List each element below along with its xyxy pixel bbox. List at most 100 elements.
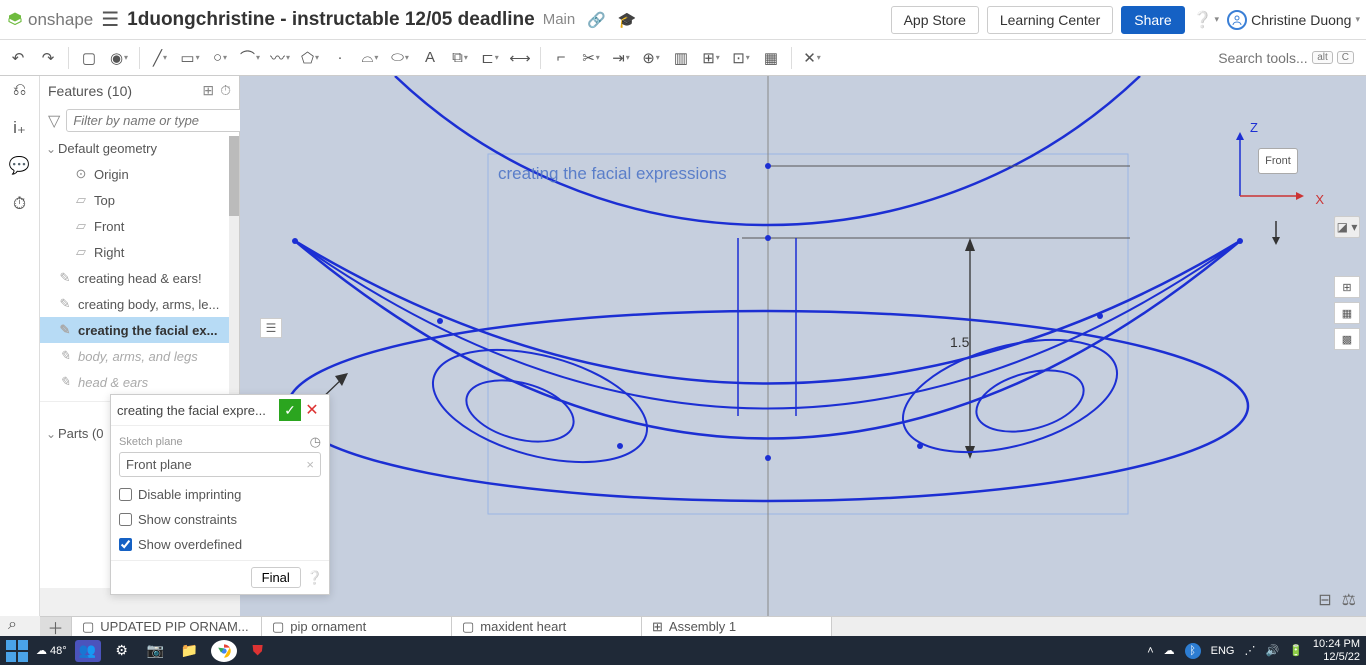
arc-tool-icon[interactable]: ⌒ <box>236 44 264 72</box>
trim-tool-icon[interactable]: ✂ <box>577 44 605 72</box>
history-icon[interactable]: ◷ <box>310 434 321 450</box>
link-icon[interactable]: 🔗 <box>587 11 606 29</box>
units-icon[interactable]: ⊟ <box>1318 590 1331 610</box>
section-view-icon[interactable]: ⊞ <box>1334 276 1360 298</box>
task-settings-icon[interactable]: ⚙ <box>109 640 135 662</box>
final-button[interactable]: Final <box>251 567 301 588</box>
tab-3[interactable]: ▢maxident heart <box>452 617 642 636</box>
hide-icon[interactable]: ▦ <box>1334 302 1360 324</box>
sketch-icon[interactable]: ▢ <box>75 44 103 72</box>
task-mcafee-icon[interactable]: ⛊ <box>245 640 271 662</box>
rail-add-icon[interactable]: i₊ <box>13 118 26 138</box>
tab-4[interactable]: ⊞Assembly 1 <box>642 617 832 636</box>
line-tool-icon[interactable]: ╱ <box>146 44 174 72</box>
share-button[interactable]: Share <box>1121 6 1184 34</box>
task-camera-icon[interactable]: 📷 <box>143 640 169 662</box>
conic-tool-icon[interactable]: ⌓ <box>356 44 384 72</box>
top-plane-node[interactable]: ▱Top <box>40 187 239 213</box>
scrollbar[interactable] <box>229 136 239 396</box>
branch-name[interactable]: Main <box>543 11 576 28</box>
mirror-tool-icon[interactable]: ▥ <box>667 44 695 72</box>
tray-wifi-icon[interactable]: ⋰ <box>1245 644 1256 657</box>
rail-comments-icon[interactable]: 💬 <box>9 156 30 176</box>
rollback-icon[interactable]: ⏱ <box>220 82 231 99</box>
right-plane-node[interactable]: ▱Right <box>40 239 239 265</box>
filter-icon[interactable]: ▽ <box>48 111 60 131</box>
offset-tool-icon[interactable]: ⊏ <box>476 44 504 72</box>
origin-node[interactable]: ⊙Origin <box>40 161 239 187</box>
feature-item-3[interactable]: ✎body, arms, and legs <box>40 343 239 369</box>
tray-cloud-icon[interactable]: ☁ <box>1164 644 1175 657</box>
tray-clock[interactable]: 10:24 PM 12/5/22 <box>1313 638 1360 662</box>
app-store-button[interactable]: App Store <box>891 6 979 34</box>
pattern-tool-icon[interactable]: ⊞ <box>697 44 725 72</box>
slot-tool-icon[interactable]: ⬭ <box>386 44 414 72</box>
spline-tool-icon[interactable]: 〰 <box>266 44 294 72</box>
feature-item-2[interactable]: ✎creating the facial ex... <box>40 317 239 343</box>
iso-icon[interactable]: ▩ <box>1334 328 1360 350</box>
view-projection-icon[interactable]: ◪ ▾ <box>1334 216 1360 238</box>
dialog-cancel-icon[interactable]: ✕ <box>301 399 323 421</box>
tray-lang[interactable]: ENG <box>1211 645 1235 657</box>
list-toggle-icon[interactable]: ☰ <box>260 318 282 338</box>
constrain-tool-icon[interactable]: ⊡ <box>727 44 755 72</box>
add-tab-button[interactable]: ＋ <box>40 617 72 636</box>
sketch-canvas[interactable]: creating the facial expressions 1.5 4.5 … <box>240 76 1366 616</box>
point-tool-icon[interactable]: · <box>326 44 354 72</box>
dimension-label[interactable]: 1.5 <box>950 334 969 350</box>
tab-2[interactable]: ▢pip ornament <box>262 617 452 636</box>
document-title[interactable]: 1duongchristine - instructable 12/05 dea… <box>127 9 535 31</box>
tray-battery-icon[interactable]: 🔋 <box>1289 644 1303 657</box>
tray-volume-icon[interactable]: 🔊 <box>1266 644 1280 657</box>
construction-tool-icon[interactable]: ✕ <box>798 44 826 72</box>
task-files-icon[interactable]: 📁 <box>177 640 203 662</box>
graduation-icon[interactable]: 🎓 <box>618 11 637 29</box>
extrude-icon[interactable]: ◉ <box>105 44 133 72</box>
show-overdefined-check[interactable]: Show overdefined <box>119 537 321 552</box>
menu-icon[interactable]: ☰ <box>101 7 119 32</box>
start-icon[interactable] <box>6 640 28 662</box>
feature-item-0[interactable]: ✎creating head & ears! <box>40 265 239 291</box>
front-plane-node[interactable]: ▱Front <box>40 213 239 239</box>
tray-bluetooth-icon[interactable]: ᛒ <box>1185 643 1201 659</box>
add-feature-icon[interactable]: ⊞ <box>202 82 214 99</box>
show-constraints-check[interactable]: Show constraints <box>119 512 321 527</box>
use-tool-icon[interactable]: ⧉ <box>446 44 474 72</box>
image-tool-icon[interactable]: ▦ <box>757 44 785 72</box>
user-menu[interactable]: Christine Duong ▾ <box>1227 10 1360 30</box>
circle-tool-icon[interactable]: ○ <box>206 44 234 72</box>
viewcube-face[interactable]: Front <box>1258 148 1298 174</box>
clear-icon[interactable]: × <box>306 457 314 472</box>
task-chrome-icon[interactable] <box>211 640 237 662</box>
default-geometry-node[interactable]: Default geometry <box>40 136 239 161</box>
tab-1[interactable]: ▢UPDATED PIP ORNAM... <box>72 617 262 636</box>
brand-logo[interactable]: onshape <box>6 10 93 30</box>
task-teams-icon[interactable]: 👥 <box>75 640 101 662</box>
search-tab-icon[interactable]: ⌕ <box>8 616 17 634</box>
dialog-confirm-icon[interactable]: ✓ <box>279 399 301 421</box>
weather-widget[interactable]: ☁ 48° <box>36 644 67 657</box>
extend-tool-icon[interactable]: ⇥ <box>607 44 635 72</box>
redo-icon[interactable]: ↷ <box>34 44 62 72</box>
undo-icon[interactable]: ↶ <box>4 44 32 72</box>
transform-tool-icon[interactable]: ⊕ <box>637 44 665 72</box>
disable-imprinting-check[interactable]: Disable imprinting <box>119 487 321 502</box>
search-tools-input[interactable] <box>1218 50 1308 66</box>
dialog-help-icon[interactable]: ❔ <box>307 570 323 586</box>
text-tool-icon[interactable]: A <box>416 44 444 72</box>
sketch-plane-input[interactable]: Front plane × <box>119 452 321 477</box>
rail-history-icon[interactable]: ⏱ <box>13 194 26 214</box>
help-icon[interactable]: ❔▾ <box>1193 10 1219 30</box>
feature-filter-input[interactable] <box>66 109 258 132</box>
precision-icon[interactable]: ⚖ <box>1342 590 1356 610</box>
polygon-tool-icon[interactable]: ⬠ <box>296 44 324 72</box>
learning-center-button[interactable]: Learning Center <box>987 6 1113 34</box>
rect-tool-icon[interactable]: ▭ <box>176 44 204 72</box>
rail-features-icon[interactable]: ⎌ <box>13 80 27 100</box>
dimension-tool-icon[interactable]: ⟷ <box>506 44 534 72</box>
tray-chevron-icon[interactable]: ˄ <box>1147 645 1153 657</box>
fillet-tool-icon[interactable]: ⌐ <box>547 44 575 72</box>
view-cube[interactable]: Front <box>1256 136 1316 176</box>
feature-item-1[interactable]: ✎creating body, arms, le... <box>40 291 239 317</box>
feature-item-4[interactable]: ✎head & ears <box>40 369 239 395</box>
